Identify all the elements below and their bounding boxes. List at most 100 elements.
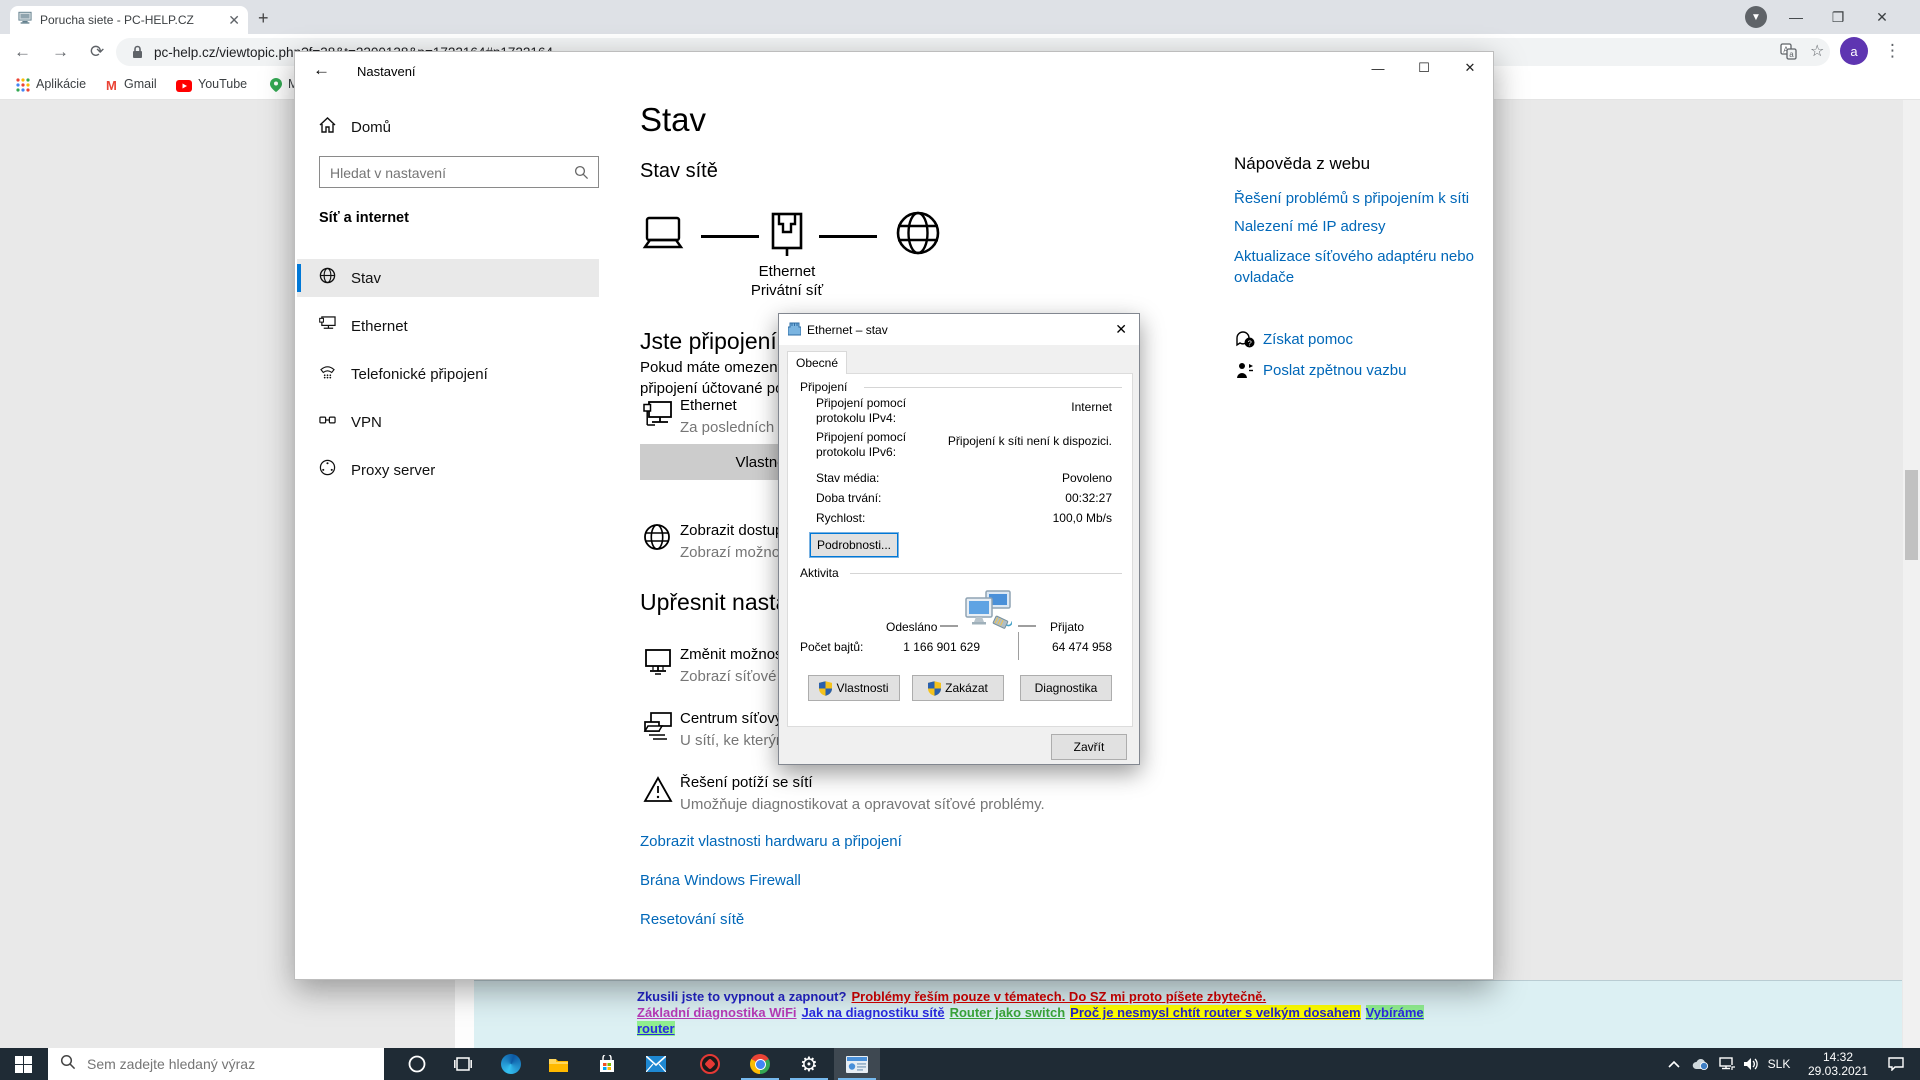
settings-search-box[interactable] (319, 156, 599, 188)
tab-close-icon[interactable]: ✕ (228, 13, 240, 27)
dialup-phone-icon (319, 364, 337, 384)
settings-search-input[interactable] (328, 158, 578, 188)
bytes-received-value: 64 474 958 (1040, 640, 1112, 654)
browser-restore-button[interactable]: ❐ (1818, 0, 1858, 34)
tab-title: Porucha siete - PC-HELP.CZ (40, 13, 220, 27)
scrollbar-thumb[interactable] (1905, 470, 1918, 560)
forum-page-margin (455, 980, 474, 1048)
browser-minimize-button[interactable]: — (1776, 0, 1816, 34)
reload-icon[interactable]: ⟳ (90, 42, 104, 62)
store-icon[interactable] (584, 1048, 630, 1080)
bookmark-apps[interactable]: Aplikácie (36, 77, 86, 91)
get-help-link[interactable]: Získat pomoc (1263, 331, 1353, 348)
help-link-adapter[interactable]: Aktualizace síťového adaptéru nebo ovlad… (1234, 246, 1496, 288)
search-icon (574, 165, 589, 185)
browser-scrollbar[interactable] (1903, 100, 1920, 1048)
sidebar-item-label: Telefonické připojení (351, 366, 488, 383)
dialog-close-icon[interactable]: ✕ (1115, 321, 1127, 338)
cortana-button[interactable] (394, 1048, 440, 1080)
network-status-window-icon[interactable] (834, 1048, 880, 1080)
help-link-ip[interactable]: Nalezení mé IP adresy (1234, 218, 1385, 235)
settings-gear-icon[interactable]: ⚙ (786, 1048, 832, 1080)
troubleshoot-title[interactable]: Řešení potíží se sítí (680, 774, 813, 791)
tray-cloud-icon[interactable] (1688, 1048, 1714, 1080)
dialog-general-panel: Připojení Připojení pomocí protokolu IPv… (787, 373, 1133, 727)
file-explorer-icon[interactable] (535, 1048, 581, 1080)
sidebar-item-proxy[interactable]: Proxy server (297, 451, 599, 489)
tray-volume-icon[interactable] (1738, 1048, 1764, 1080)
tray-network-icon[interactable] (1714, 1048, 1740, 1080)
tab-favicon-icon (18, 11, 32, 29)
diagram-connector-line (701, 235, 759, 238)
sidebar-item-ethernet[interactable]: Ethernet (297, 307, 599, 345)
back-icon[interactable]: ← (14, 42, 31, 62)
task-view-button[interactable] (440, 1048, 486, 1080)
tab-obecne[interactable]: Obecné (787, 351, 847, 374)
signature-link[interactable]: Jak na diagnostiku sítě (802, 1005, 945, 1020)
browser-menu-icon[interactable]: ⋮ (1884, 41, 1901, 61)
dialog-title: Ethernet – stav (807, 323, 888, 337)
dialog-disable-label: Zakázat (945, 681, 988, 695)
dialog-properties-button[interactable]: Vlastnosti (808, 675, 900, 701)
dialog-disable-button[interactable]: Zakázat (912, 675, 1004, 701)
taskbar-search-input[interactable] (85, 1055, 359, 1073)
signature-link[interactable]: Základní diagnostika WiFi (637, 1005, 797, 1020)
activity-connector (1018, 625, 1036, 627)
dialog-properties-label: Vlastnosti (836, 681, 888, 695)
sidebar-item-dialup[interactable]: Telefonické připojení (297, 355, 599, 393)
speed-value: 100,0 Mb/s (908, 511, 1112, 525)
signature-link[interactable]: Vybíráme (1366, 1005, 1424, 1020)
profile-avatar[interactable]: a (1840, 37, 1868, 65)
signature-link[interactable]: router (637, 1021, 675, 1036)
new-tab-button[interactable]: + (258, 8, 269, 29)
details-button[interactable]: Podrobnosti... (810, 533, 898, 557)
settings-maximize-button[interactable]: ☐ (1401, 52, 1447, 84)
sidebar-item-stav[interactable]: Stav (297, 259, 599, 297)
sidebar-item-home[interactable]: Domů (297, 108, 599, 146)
bookmark-star-icon[interactable]: ☆ (1810, 41, 1824, 61)
edge-icon[interactable] (488, 1048, 534, 1080)
driver-booster-icon[interactable] (687, 1048, 733, 1080)
mail-icon[interactable] (633, 1048, 679, 1080)
help-link-troubleshoot[interactable]: Řešení problémů s připojením k síti (1234, 190, 1469, 207)
ethernet-adapter-icon (643, 400, 673, 432)
browser-update-icon[interactable]: ▼ (1736, 0, 1776, 34)
laptop-icon (640, 214, 686, 261)
dialog-titlebar[interactable]: Ethernet – stav ✕ (779, 314, 1139, 345)
selected-accent-bar (297, 264, 301, 292)
translate-icon[interactable]: Aa (1780, 43, 1797, 65)
hardware-properties-link[interactable]: Zobrazit vlastnosti hardwaru a připojení (640, 833, 902, 850)
signature-link[interactable]: Router jako switch (950, 1005, 1066, 1020)
duration-label: Doba trvání: (816, 491, 881, 506)
tray-language[interactable]: SLK (1762, 1048, 1796, 1080)
forward-icon[interactable]: → (52, 42, 69, 62)
diagram-network-type: Privátní síť (717, 282, 857, 299)
browser-tab[interactable]: Porucha siete - PC-HELP.CZ ✕ (10, 6, 248, 34)
uac-shield-icon (928, 681, 941, 696)
taskbar-search-box[interactable] (48, 1048, 384, 1080)
signature-link[interactable]: Problémy řeším pouze v tématech. Do SZ m… (851, 989, 1266, 1004)
sidebar-item-label: VPN (351, 414, 382, 431)
tray-clock[interactable]: 14:32 29.03.2021 (1806, 1050, 1870, 1078)
settings-minimize-button[interactable]: — (1355, 52, 1401, 84)
apps-grid-icon[interactable] (16, 78, 30, 97)
screen: Zkusili jste to vypnout a zapnout?Problé… (0, 0, 1920, 1080)
dialog-diagnose-button[interactable]: Diagnostika (1020, 675, 1112, 701)
start-button[interactable] (0, 1048, 46, 1080)
signature-link[interactable]: Proč je nesmysl chtít router s velkým do… (1070, 1005, 1360, 1020)
tray-chevron-icon[interactable] (1660, 1048, 1688, 1080)
firewall-link[interactable]: Brána Windows Firewall (640, 872, 801, 889)
network-reset-link[interactable]: Resetování sítě (640, 911, 744, 928)
bookmark-gmail[interactable]: Gmail (124, 77, 157, 91)
dialog-close-button[interactable]: Zavřít (1051, 734, 1127, 760)
settings-close-button[interactable]: ✕ (1447, 52, 1493, 84)
chrome-icon[interactable] (737, 1048, 783, 1080)
bookmark-youtube[interactable]: YouTube (198, 77, 247, 91)
action-center-icon[interactable] (1876, 1048, 1916, 1080)
browser-close-button[interactable]: ✕ (1862, 0, 1902, 34)
sidebar-item-vpn[interactable]: VPN (297, 403, 599, 441)
feedback-link[interactable]: Poslat zpětnou vazbu (1263, 362, 1406, 379)
sidebar-item-label: Stav (351, 270, 381, 287)
bytes-label: Počet bajtů: (800, 640, 863, 654)
settings-back-icon[interactable]: ← (313, 60, 330, 80)
